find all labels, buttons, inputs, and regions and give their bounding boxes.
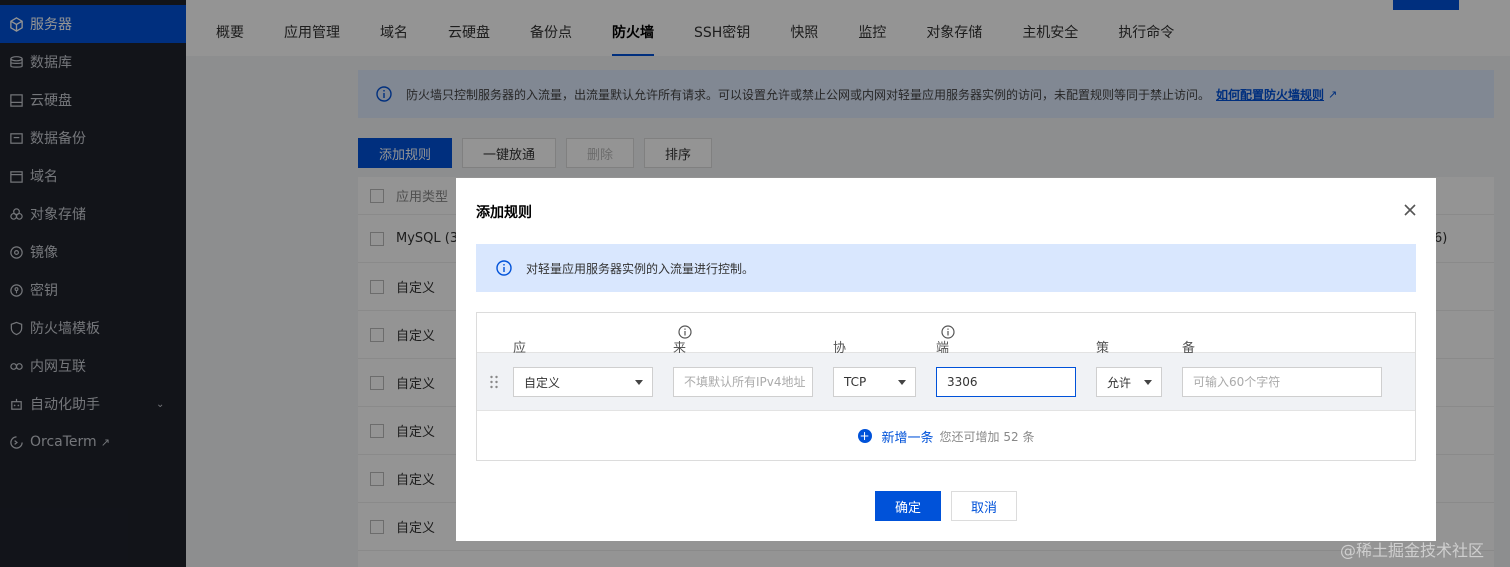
column-port: 端口 <box>936 325 955 375</box>
port-input[interactable] <box>936 367 1076 397</box>
confirm-button[interactable]: 确定 <box>875 491 941 521</box>
add-line-hint: 您还可增加 52 条 <box>939 429 1035 444</box>
app-type-select[interactable]: 自定义 <box>513 367 653 397</box>
info-icon <box>496 260 512 276</box>
port-input-field[interactable] <box>947 375 1075 389</box>
policy-value: 允许 <box>1107 375 1132 390</box>
source-input[interactable] <box>673 367 813 397</box>
rule-row: 自定义 TCP 允许 <box>477 353 1415 411</box>
add-line-row: + 新增一条 您还可增加 52 条 <box>477 411 1415 461</box>
remark-input-field[interactable] <box>1193 375 1381 389</box>
add-rule-dialog: 添加规则 对轻量应用服务器实例的入流量进行控制。 应用类型 来源 协议 端口 策… <box>456 178 1436 541</box>
cancel-button[interactable]: 取消 <box>951 491 1017 521</box>
app-type-value: 自定义 <box>524 375 561 390</box>
dialog-title: 添加规则 <box>476 205 532 221</box>
rule-editor-header: 应用类型 来源 协议 端口 策略 备注 <box>477 313 1415 413</box>
watermark: @稀土掘金技术社区 <box>1340 541 1485 560</box>
source-input-field[interactable] <box>684 375 812 389</box>
rule-editor: 应用类型 来源 协议 端口 策略 备注 自定义 TCP <box>476 312 1416 461</box>
dialog-notice-text: 对轻量应用服务器实例的入流量进行控制。 <box>526 261 755 276</box>
policy-select[interactable]: 允许 <box>1096 367 1162 397</box>
dialog-notice: 对轻量应用服务器实例的入流量进行控制。 <box>476 244 1416 292</box>
protocol-select[interactable]: TCP <box>833 367 916 397</box>
caret-down-icon <box>898 380 906 385</box>
caret-down-icon <box>1144 380 1152 385</box>
protocol-value: TCP <box>844 375 867 389</box>
close-icon[interactable] <box>1400 200 1420 220</box>
plus-icon[interactable]: + <box>857 429 872 443</box>
caret-down-icon <box>635 380 643 385</box>
add-line-button[interactable]: 新增一条 <box>882 427 934 446</box>
column-source: 来源 <box>673 325 692 375</box>
remark-input[interactable] <box>1182 367 1382 397</box>
drag-handle-icon[interactable] <box>489 375 499 389</box>
